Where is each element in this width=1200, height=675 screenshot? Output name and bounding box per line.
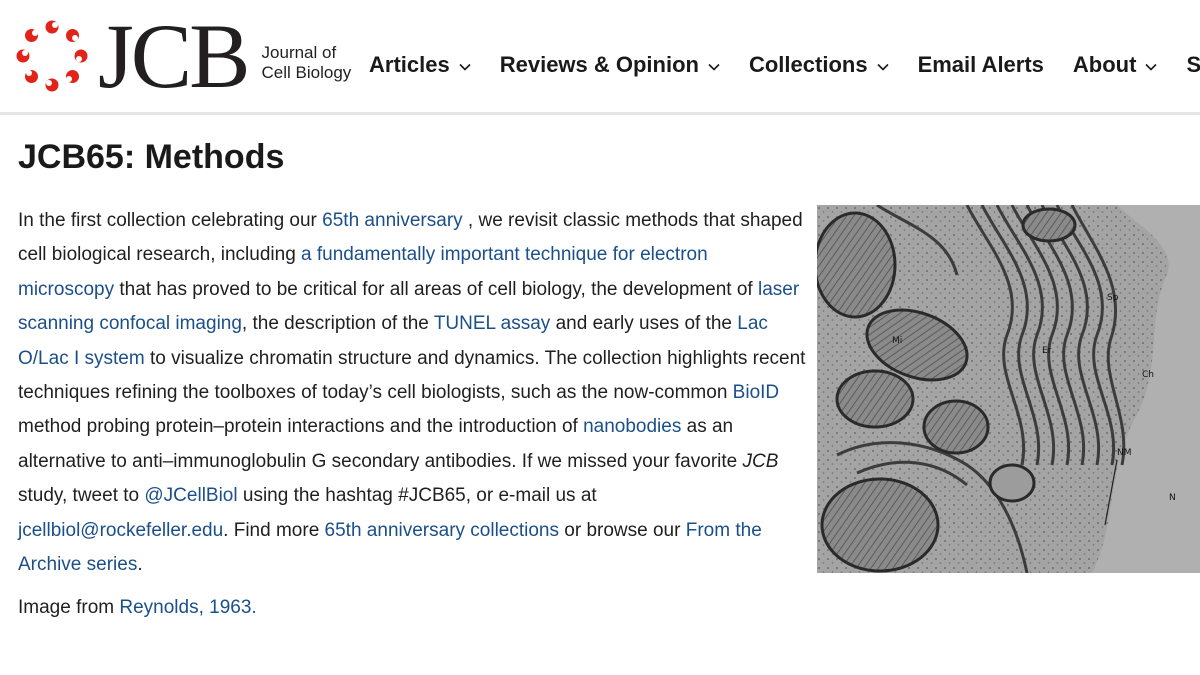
text-segment: study, tweet to	[18, 485, 145, 507]
text-segment: .	[137, 554, 143, 576]
nav-email-alerts[interactable]: Email Alerts	[918, 52, 1044, 78]
page-title: JCB65: Methods	[18, 138, 285, 176]
nav-about[interactable]: About	[1073, 52, 1158, 78]
nav-label: About	[1072, 52, 1137, 77]
inline-link[interactable]: nanobodies	[583, 416, 681, 437]
text-segment: . Find more	[223, 519, 325, 541]
nav-reviews-opinion[interactable]: Reviews & Opinion	[500, 52, 720, 78]
collection-description: In the first collection celebrating our …	[18, 204, 808, 582]
nav-label: Reviews & Opinion	[499, 52, 699, 77]
text-segment: using the hashtag #JCB65, or e-mail us a…	[237, 485, 597, 507]
label-mi: Mi	[892, 336, 902, 346]
inline-link[interactable]: BioID	[733, 382, 779, 403]
nav-label: Su	[1186, 52, 1200, 77]
jcb-logo[interactable]: JCB Journal of Cell Biology	[14, 5, 352, 107]
inline-link[interactable]: jcellbiol@rockefeller.edu	[18, 520, 223, 541]
logo-subtitle-line2: Cell Biology	[261, 63, 352, 82]
chevron-down-icon	[876, 63, 889, 71]
chevron-down-icon	[1145, 63, 1158, 71]
text-segment: or browse our	[559, 519, 686, 541]
nav-articles[interactable]: Articles	[369, 52, 471, 78]
main-nav: Articles Reviews & Opinion Collections E…	[369, 52, 1200, 78]
nav-label: Collections	[748, 52, 868, 77]
inline-link[interactable]: 65th anniversary	[322, 210, 462, 231]
logo-wordmark: JCB	[98, 5, 251, 107]
image-caption: Image from Reynolds, 1963.	[18, 597, 257, 619]
nav-label: Email Alerts	[917, 52, 1044, 77]
text-segment: that has proved to be critical for all a…	[114, 278, 758, 300]
text-segment: method probing protein–protein interacti…	[18, 416, 584, 438]
inline-link[interactable]: @JCellBiol	[144, 485, 237, 506]
label-sp: Sp	[1107, 293, 1119, 303]
electron-micrograph-image: Mi Er Sp Ch NM N	[817, 205, 1200, 573]
inline-link[interactable]: 65th anniversary collections	[325, 520, 559, 541]
italic-text: JCB	[742, 450, 779, 472]
logo-subtitle-line1: Journal of	[261, 43, 337, 62]
label-er: Er	[1042, 346, 1052, 356]
text-segment: , the description of the	[241, 313, 434, 335]
rosette-logo-icon	[16, 20, 88, 92]
site-header: JCB Journal of Cell Biology Articles Rev…	[0, 0, 1200, 115]
text-segment: In the first collection celebrating our	[18, 210, 323, 231]
chevron-down-icon	[459, 63, 471, 71]
label-n: N	[1169, 493, 1176, 503]
label-ch: Ch	[1142, 370, 1154, 380]
micrograph-drawing: Mi Er Sp Ch NM N	[817, 205, 1200, 573]
nav-collections[interactable]: Collections	[749, 52, 889, 78]
inline-link[interactable]: TUNEL assay	[434, 313, 551, 334]
text-segment: and early uses of the	[550, 313, 738, 335]
logo-subtitle: Journal of Cell Biology	[262, 43, 352, 83]
caption-prefix: Image from	[18, 597, 120, 618]
label-nm: NM	[1117, 448, 1132, 458]
nav-submit-truncated[interactable]: Su	[1186, 52, 1200, 78]
chevron-down-icon	[708, 63, 720, 71]
nav-label: Articles	[369, 52, 450, 77]
caption-reynolds-link[interactable]: Reynolds, 1963.	[119, 597, 256, 618]
